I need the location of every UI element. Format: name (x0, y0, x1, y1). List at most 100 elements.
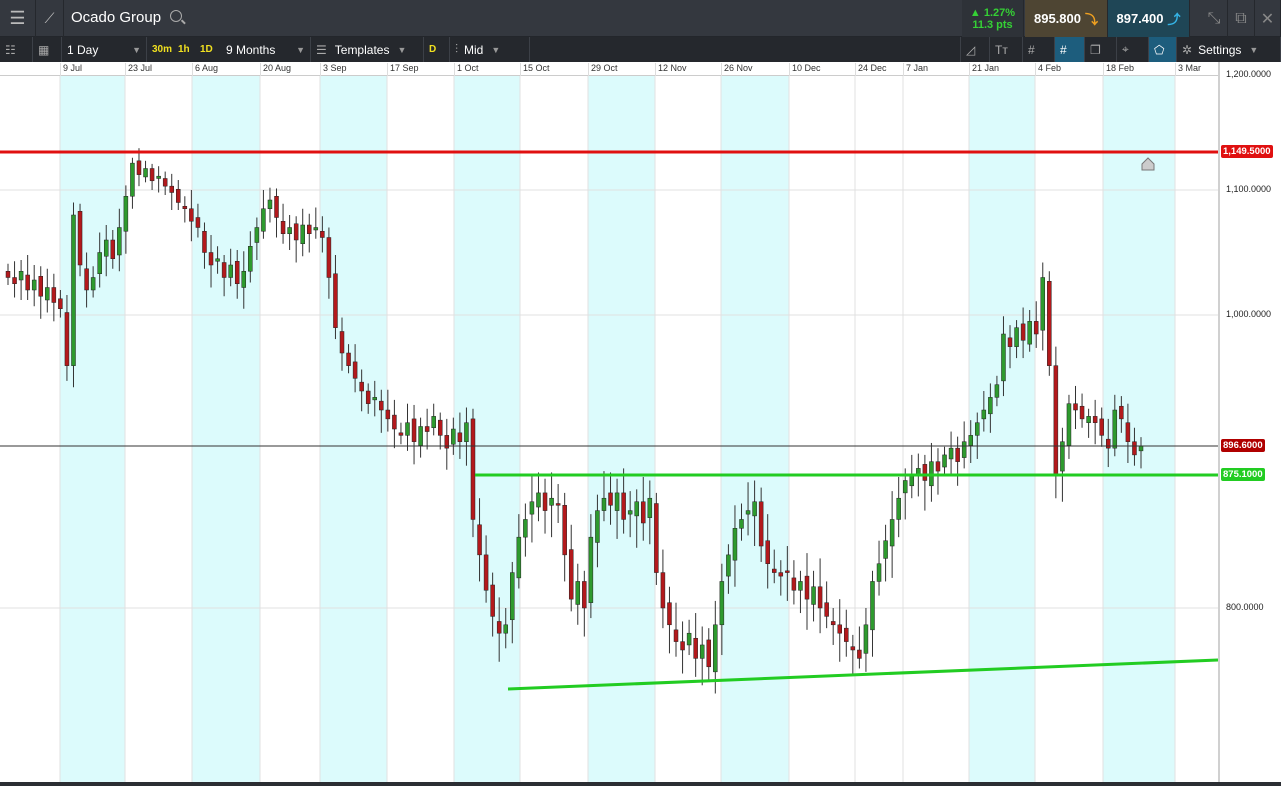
candle-up (261, 208, 266, 232)
candle-down (58, 298, 63, 309)
text-tool[interactable]: Tт (990, 37, 1023, 62)
candle-up (876, 563, 882, 582)
search-icon[interactable] (170, 10, 182, 22)
popout-button[interactable]: ⧉ (1228, 0, 1255, 37)
candle-up (1086, 416, 1091, 423)
candle-up (634, 501, 639, 517)
price-chart[interactable] (0, 76, 1218, 782)
arrow-up-icon: ⤴ (1167, 12, 1181, 27)
candle-down (352, 361, 358, 379)
settings-label: Settings (1198, 42, 1242, 57)
candle-down (785, 570, 790, 573)
candle-up (1040, 277, 1046, 331)
candle-down (1007, 337, 1013, 347)
grid-icon: # (1028, 42, 1035, 57)
candle-down (169, 185, 174, 193)
grid-tool[interactable]: # (1023, 37, 1055, 62)
layers-tool[interactable]: ❐ (1085, 37, 1117, 62)
candle-up (994, 384, 1000, 398)
sell-button[interactable]: 895.800 ⤵ (1025, 0, 1108, 37)
menu-button[interactable]: ☰ (0, 0, 36, 37)
candle-up (1138, 445, 1144, 452)
candle-up (752, 501, 757, 517)
candle-down (791, 577, 797, 591)
candle-down (542, 492, 548, 511)
candle-down (162, 178, 168, 187)
candle-down (392, 414, 397, 430)
candle-down (221, 262, 227, 278)
price-axis[interactable]: 1,200.0000 1,100.0000 1,000.0000 800.0000 1,… (1218, 62, 1281, 786)
date-tick-label: 7 Jan (903, 63, 928, 76)
pencil-grid-icon: # (1060, 42, 1067, 57)
candle-up (510, 572, 515, 621)
candle-down (850, 646, 856, 651)
candle-up (588, 536, 594, 603)
buy-button[interactable]: 897.400 ⤴ (1108, 0, 1190, 37)
interval-select[interactable]: 1 Day ▼ (62, 37, 147, 62)
date-tick-label: 9 Jul (60, 63, 82, 76)
candle-up (313, 227, 319, 231)
candle-up (798, 581, 803, 591)
draw-grid-tool[interactable]: # (1055, 37, 1085, 62)
candle-down (379, 400, 384, 411)
date-tick-label: 6 Aug (192, 63, 218, 76)
close-icon: ✕ (1260, 10, 1275, 28)
candle-down (654, 503, 659, 573)
top-bar: ☰ ⟋ Ocado Group ▲ 1.27% 11.3 pts 895.800 ⤵… (0, 0, 1281, 37)
candle-up (143, 168, 148, 178)
candle-up (156, 175, 161, 179)
candle-up (942, 454, 947, 468)
candle-down (555, 503, 561, 506)
candle-up (961, 441, 967, 458)
candle-up (713, 624, 718, 673)
candle-down (660, 572, 666, 609)
tag-icon: ⬠ (1154, 42, 1165, 57)
candle-down (149, 168, 155, 182)
layout-button[interactable]: ▦ (33, 37, 62, 62)
candle-up (811, 586, 816, 605)
candle-up (31, 279, 37, 291)
trendline-tool[interactable]: ◿ (960, 37, 990, 62)
candle-up (647, 497, 653, 518)
quick-1d[interactable]: 1D (195, 37, 221, 62)
d-button[interactable]: D (424, 37, 450, 62)
candle-down (326, 237, 332, 278)
candle-up (1066, 403, 1072, 446)
candle-up (1001, 333, 1006, 382)
candle-up (889, 519, 895, 547)
minimize-button[interactable]: ⤡ (1201, 0, 1228, 37)
candle-down (490, 584, 495, 617)
candle-up (896, 497, 901, 520)
candle-up (405, 422, 410, 436)
candle-up (536, 492, 541, 508)
quick-1h[interactable]: 1h (173, 37, 195, 62)
chevron-down-icon: ▼ (397, 44, 407, 55)
price-tick-label: 1,100.0000 (1226, 184, 1272, 194)
date-tick-label: 18 Feb (1103, 63, 1134, 76)
candle-down (1079, 405, 1085, 420)
candle-down (693, 637, 698, 659)
chart-type-button[interactable]: ⟋ (36, 0, 64, 37)
price-type-select[interactable]: ⫶ Mid ▼ (450, 37, 530, 62)
label-tool[interactable]: ⬠ (1149, 37, 1177, 62)
candle-up (45, 287, 50, 301)
templates-label: Templates (334, 42, 390, 57)
range-select[interactable]: 9 Months ▼ (221, 37, 311, 62)
templates-button[interactable]: ☰ Templates ▼ (311, 37, 424, 62)
candle-up (451, 428, 456, 445)
resistance-price-tag: 1,149.5000 (1221, 145, 1273, 158)
candle-down (293, 223, 299, 241)
candle-down (837, 624, 842, 634)
candle-up (719, 581, 725, 626)
crosshair-icon: ⌖ (1122, 42, 1129, 56)
candle-up (902, 480, 908, 494)
bottom-border (0, 782, 1281, 786)
candle-up (97, 252, 102, 274)
close-button[interactable]: ✕ (1255, 0, 1281, 37)
quick-30m[interactable]: 30m (147, 37, 173, 62)
list-button[interactable]: ☷ (0, 37, 33, 62)
crosshair-tool[interactable]: ⌖ (1117, 37, 1149, 62)
candle-up (431, 416, 436, 429)
candle-down (568, 549, 574, 600)
settings-button[interactable]: ✲ Settings ▼ (1177, 37, 1281, 62)
